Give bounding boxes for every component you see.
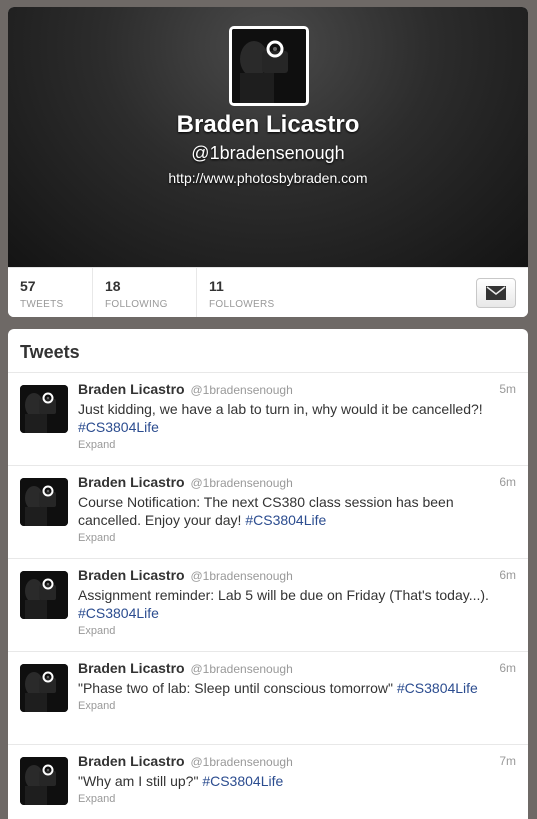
tweet-avatar[interactable]: [20, 757, 68, 805]
tweet-body: Assignment reminder: Lab 5 will be due o…: [78, 587, 489, 603]
tweet-body: "Why am I still up?": [78, 773, 203, 789]
profile-handle: @1bradensenough: [191, 143, 345, 163]
tweet-content: Braden Licastro @1bradensenough 5m Just …: [78, 380, 516, 451]
tweet-author-handle[interactable]: @1bradensenough: [190, 662, 292, 676]
tweet-avatar[interactable]: [20, 571, 68, 619]
tweet-content: Braden Licastro @1bradensenough 7m "Why …: [78, 752, 516, 805]
tweets-card: Tweets Braden Licastro @1bradensenough 5…: [8, 329, 528, 819]
tweet-avatar[interactable]: [20, 664, 68, 712]
tweet-header: Braden Licastro @1bradensenough: [78, 380, 516, 399]
tweet-item[interactable]: Braden Licastro @1bradensenough 6m Cours…: [8, 466, 528, 559]
tweet-hashtag-link[interactable]: #CS3804Life: [397, 680, 478, 696]
tweet-text: Assignment reminder: Lab 5 will be due o…: [78, 586, 516, 622]
tweet-header: Braden Licastro @1bradensenough: [78, 473, 516, 492]
tweet-expand-link[interactable]: Expand: [78, 439, 516, 451]
tweet-item[interactable]: Braden Licastro @1bradensenough 6m Assig…: [8, 559, 528, 652]
stat-label: TWEETS: [20, 299, 64, 310]
tweet-expand-link[interactable]: Expand: [78, 793, 516, 805]
direct-message-button[interactable]: [476, 278, 516, 308]
profile-name: Braden Licastro: [176, 111, 360, 138]
camera-photo-icon: [20, 385, 68, 433]
tweet-content: Braden Licastro @1bradensenough 6m Cours…: [78, 473, 516, 544]
tweet-hashtag-link[interactable]: #CS3804Life: [78, 605, 159, 621]
profile-stats: 57 TWEETS 18 FOLLOWING 11 FOLLOWERS: [8, 267, 528, 317]
stat-label: FOLLOWERS: [209, 299, 275, 310]
tweet-timestamp[interactable]: 6m: [499, 566, 516, 584]
tweets-heading: Tweets: [8, 329, 528, 373]
tweet-hashtag-link[interactable]: #CS3804Life: [202, 773, 283, 789]
tweet-hashtag-link[interactable]: #CS3804Life: [245, 512, 326, 528]
profile-header: Braden Licastro @1bradensenough http://w…: [8, 7, 528, 267]
tweet-author-handle[interactable]: @1bradensenough: [190, 476, 292, 490]
tweet-text: Just kidding, we have a lab to turn in, …: [78, 400, 516, 436]
tweet-list: Braden Licastro @1bradensenough 5m Just …: [8, 373, 528, 819]
tweet-author-handle[interactable]: @1bradensenough: [190, 383, 292, 397]
stat-count: 11: [209, 278, 224, 294]
tweet-expand-link[interactable]: Expand: [78, 532, 516, 544]
tweet-header: Braden Licastro @1bradensenough: [78, 566, 516, 585]
tweet-body: Just kidding, we have a lab to turn in, …: [78, 401, 483, 417]
tweet-timestamp[interactable]: 7m: [499, 752, 516, 770]
stat-following[interactable]: 18 FOLLOWING: [93, 268, 197, 317]
stat-count: 57: [20, 278, 36, 294]
stat-followers[interactable]: 11 FOLLOWERS: [197, 268, 301, 317]
profile-url-link[interactable]: http://www.photosbybraden.com: [8, 170, 528, 186]
tweet-author-handle[interactable]: @1bradensenough: [190, 569, 292, 583]
tweet-item[interactable]: Braden Licastro @1bradensenough 5m Just …: [8, 373, 528, 466]
camera-photo-icon: [232, 29, 306, 103]
tweet-timestamp[interactable]: 5m: [499, 380, 516, 398]
tweet-expand-link[interactable]: Expand: [78, 700, 516, 712]
tweet-header: Braden Licastro @1bradensenough: [78, 659, 516, 678]
tweet-body: "Phase two of lab: Sleep until conscious…: [78, 680, 397, 696]
tweet-author-handle[interactable]: @1bradensenough: [190, 755, 292, 769]
tweet-expand-link[interactable]: Expand: [78, 625, 516, 637]
tweet-avatar[interactable]: [20, 385, 68, 433]
camera-photo-icon: [20, 478, 68, 526]
tweet-author-name[interactable]: Braden Licastro: [78, 567, 185, 583]
tweet-text: "Phase two of lab: Sleep until conscious…: [78, 679, 516, 697]
tweet-item[interactable]: Braden Licastro @1bradensenough 6m "Phas…: [8, 652, 528, 745]
envelope-icon: [486, 286, 506, 300]
profile-card: Braden Licastro @1bradensenough http://w…: [8, 7, 528, 317]
tweet-hashtag-link[interactable]: #CS3804Life: [78, 419, 159, 435]
tweet-content: Braden Licastro @1bradensenough 6m Assig…: [78, 566, 516, 637]
tweet-item[interactable]: Braden Licastro @1bradensenough 7m "Why …: [8, 745, 528, 819]
stat-tweets[interactable]: 57 TWEETS: [8, 268, 93, 317]
tweet-timestamp[interactable]: 6m: [499, 473, 516, 491]
profile-avatar[interactable]: [229, 26, 309, 106]
tweet-author-name[interactable]: Braden Licastro: [78, 474, 185, 490]
tweet-avatar[interactable]: [20, 478, 68, 526]
stat-label: FOLLOWING: [105, 299, 168, 310]
camera-photo-icon: [20, 664, 68, 712]
tweet-author-name[interactable]: Braden Licastro: [78, 660, 185, 676]
camera-photo-icon: [20, 571, 68, 619]
tweet-content: Braden Licastro @1bradensenough 6m "Phas…: [78, 659, 516, 712]
stat-count: 18: [105, 278, 121, 294]
tweet-author-name[interactable]: Braden Licastro: [78, 753, 185, 769]
tweet-author-name[interactable]: Braden Licastro: [78, 381, 185, 397]
tweet-text: Course Notification: The next CS380 clas…: [78, 493, 516, 529]
camera-photo-icon: [20, 757, 68, 805]
tweet-header: Braden Licastro @1bradensenough: [78, 752, 516, 771]
tweet-timestamp[interactable]: 6m: [499, 659, 516, 677]
tweet-text: "Why am I still up?" #CS3804Life: [78, 772, 516, 790]
